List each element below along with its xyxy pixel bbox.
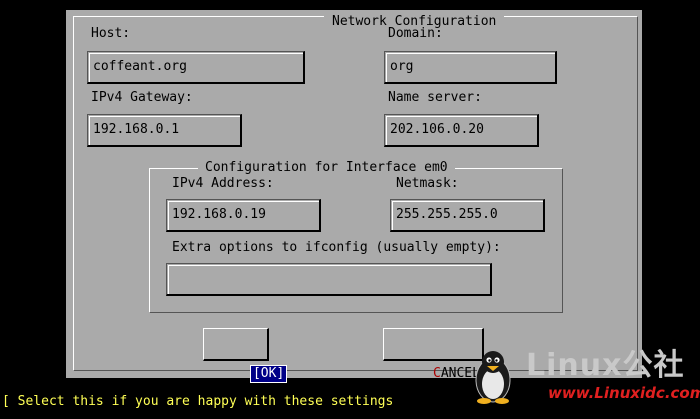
cancel-hotkey: C (433, 366, 441, 381)
extra-options-field[interactable] (166, 263, 492, 296)
watermark-url: www.Linuxidc.com (548, 384, 700, 402)
domain-label: Domain: (388, 26, 443, 41)
domain-field[interactable]: org (384, 51, 557, 84)
extra-options-label: Extra options to ifconfig (usually empty… (172, 240, 501, 255)
ok-button-focus: [OK] (249, 365, 288, 383)
watermark: Linux公社 www.Linuxidc.com (468, 348, 700, 406)
host-label: Host: (91, 26, 131, 41)
ipv4-address-field[interactable]: 192.168.0.19 (166, 199, 321, 232)
interface-config-group: Configuration for Interface em0 IPv4 Add… (149, 161, 563, 313)
gateway-field[interactable]: 192.168.0.1 (87, 114, 242, 147)
netmask-label: Netmask: (396, 176, 459, 191)
interface-config-title: Configuration for Interface em0 (198, 161, 455, 175)
ok-button[interactable]: [OK] (203, 328, 288, 383)
ok-button-label: OK (260, 366, 277, 381)
ipv4-address-label: IPv4 Address: (172, 176, 274, 191)
watermark-text: Linux公社 (526, 348, 685, 383)
ok-bracket-open: [ (252, 366, 261, 381)
gateway-label: IPv4 Gateway: (91, 90, 193, 105)
nameserver-field[interactable]: 202.106.0.20 (384, 114, 539, 147)
netmask-field[interactable]: 255.255.255.0 (390, 199, 545, 232)
host-field[interactable]: coffeant.org (87, 51, 305, 84)
ok-bracket-close: ] (276, 366, 285, 381)
penguin-logo-icon (475, 351, 511, 404)
nameserver-label: Name server: (388, 90, 482, 105)
dialog-frame: Network Configuration Host: coffeant.org… (73, 15, 638, 383)
network-configuration-dialog: Network Configuration Host: coffeant.org… (66, 10, 642, 383)
